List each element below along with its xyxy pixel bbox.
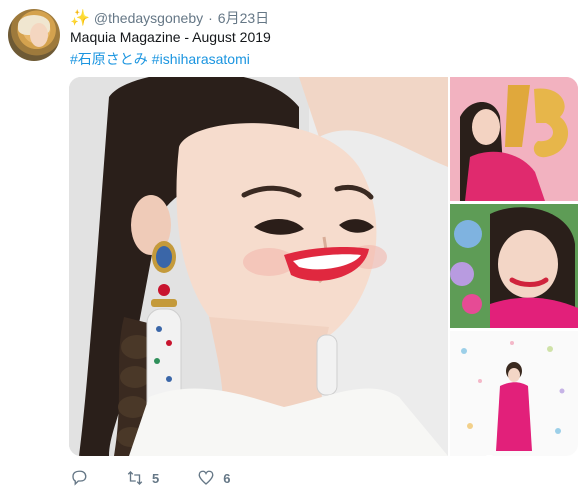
reply-button[interactable]: [70, 469, 88, 487]
tweet-text: Maquia Magazine - August 2019: [70, 29, 271, 45]
like-count: 6: [223, 470, 231, 486]
retweet-button[interactable]: 5: [126, 469, 159, 487]
user-handle[interactable]: @thedaysgoneby: [94, 10, 203, 26]
thumbnail-photo[interactable]: [450, 331, 578, 456]
reply-icon: [72, 470, 87, 486]
watermark-text: 英国报姐: [509, 456, 570, 474]
balloon-photo-illustration: [450, 77, 578, 201]
like-button[interactable]: 6: [197, 469, 230, 487]
main-photo[interactable]: [69, 77, 448, 456]
tweet-header: ✨ @thedaysgoneby · 6月23日: [70, 8, 269, 28]
hashtag-link[interactable]: #石原さとみ: [70, 51, 148, 67]
sparkles-icon: ✨: [70, 10, 90, 27]
avatar[interactable]: [8, 9, 60, 61]
retweet-count: 5: [152, 470, 160, 486]
portrait-illustration: [69, 77, 448, 456]
flower-photo-illustration: [450, 204, 578, 328]
hashtag-link[interactable]: #ishiharasatomi: [152, 51, 250, 67]
media-grid: [69, 77, 578, 456]
tweet-actions: 5 6: [70, 469, 268, 487]
hashtags: #石原さとみ #ishiharasatomi: [70, 49, 254, 69]
retweet-icon: [127, 471, 143, 485]
chat-bubble-icon: [482, 454, 502, 473]
watermark: 英国报姐: [481, 453, 569, 475]
heart-icon: [198, 470, 214, 485]
thumbnail-photo[interactable]: [450, 77, 578, 201]
avatar-face: [30, 23, 48, 47]
separator-dot: ·: [208, 10, 213, 26]
confetti-photo-illustration: [450, 331, 578, 456]
tweet-date[interactable]: 6月23日: [218, 8, 269, 28]
thumbnail-photo[interactable]: [450, 204, 578, 328]
